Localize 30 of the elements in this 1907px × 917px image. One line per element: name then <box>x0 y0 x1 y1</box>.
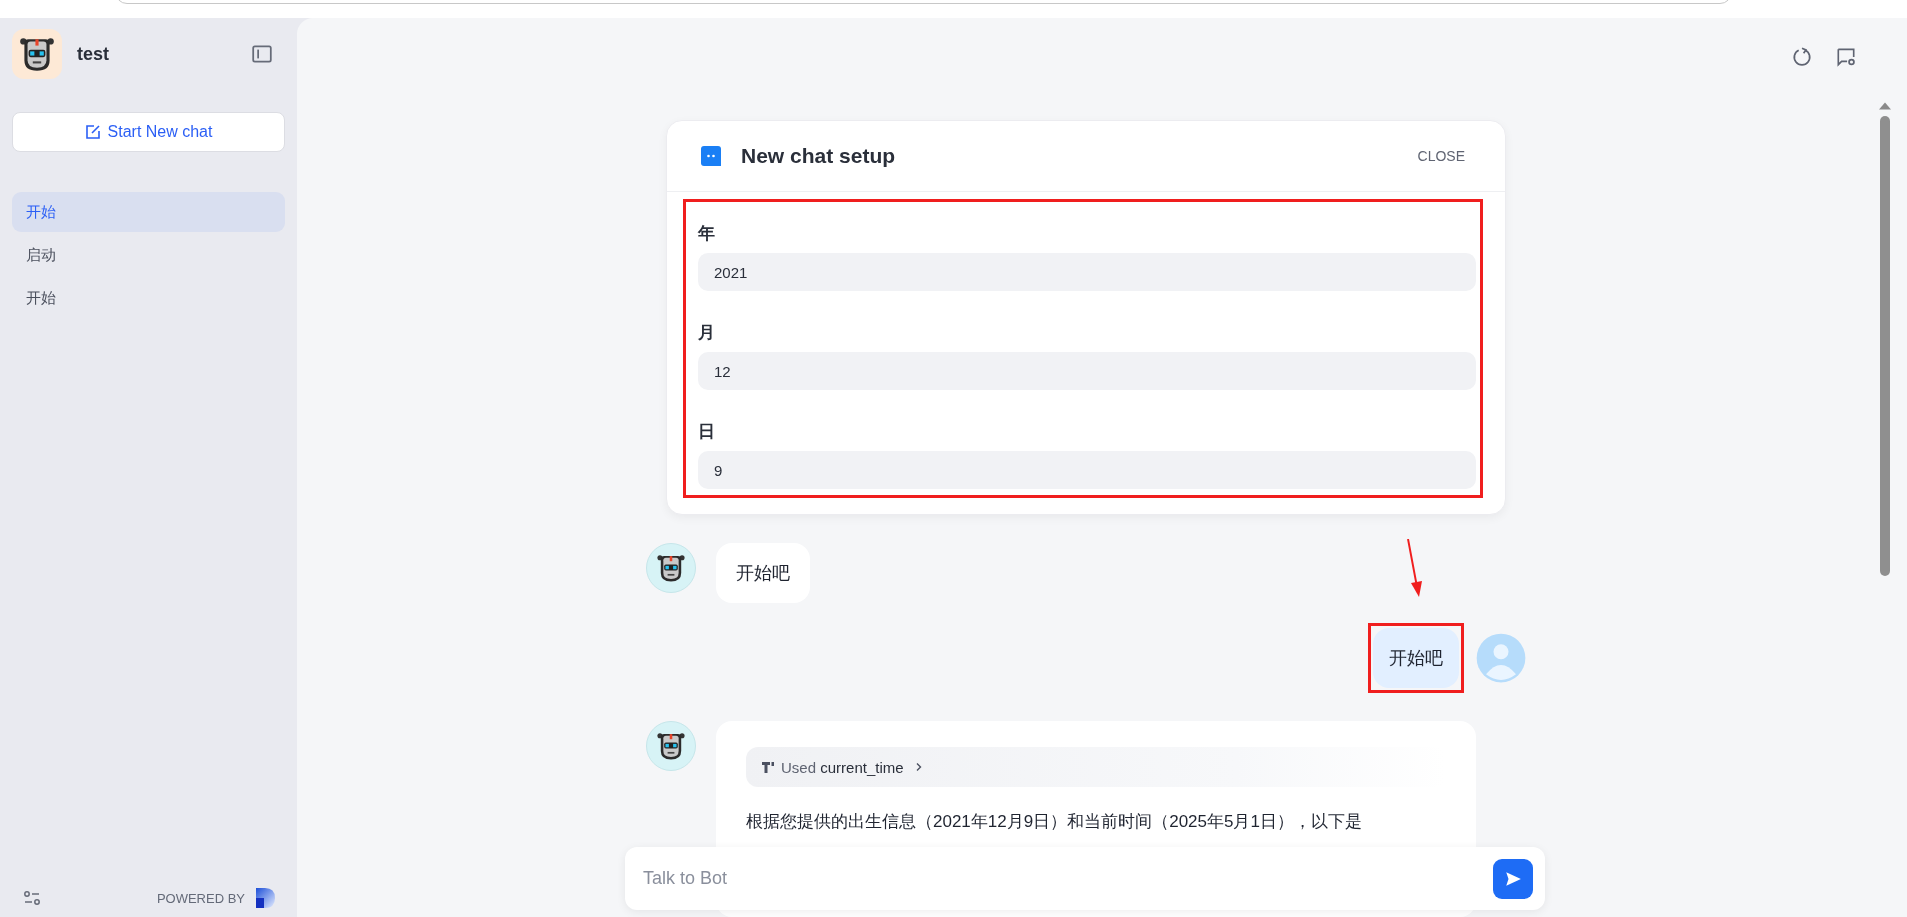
user-avatar <box>1476 633 1526 683</box>
conversation-item[interactable]: 开始 <box>12 278 285 318</box>
chat-bubble-icon <box>699 144 723 168</box>
field-label: 日 <box>698 421 716 443</box>
scroll-up-icon[interactable] <box>1879 102 1891 110</box>
conversation-item[interactable]: 开始 <box>12 192 285 232</box>
message-input[interactable]: Talk to Bot <box>625 847 1493 910</box>
message-text: 根据您提供的出生信息（2021年12月9日）和当前时间（2025年5月1日），以下是 <box>746 811 1363 833</box>
edit-icon <box>84 124 101 140</box>
input-field[interactable]: 12 <box>698 352 1476 390</box>
logo-icon <box>253 886 277 910</box>
message-bubble: 开始吧 <box>716 543 810 603</box>
conversation-item[interactable]: 启动 <box>12 235 285 275</box>
message-bubble: 开始吧 <box>1373 628 1459 688</box>
send-icon <box>1504 869 1522 888</box>
bot-name: test <box>77 43 110 65</box>
input-field[interactable]: 9 <box>698 451 1476 489</box>
close-button[interactable]: CLOSE <box>1417 148 1465 164</box>
new-chat-button[interactable]: Start New chat <box>12 112 285 152</box>
input-field[interactable]: 2021 <box>698 253 1476 291</box>
field-label: 年 <box>698 223 716 245</box>
send-button[interactable] <box>1493 858 1533 899</box>
refresh-icon[interactable] <box>1791 46 1813 68</box>
powered-by-label: POWERED BY <box>156 890 245 906</box>
sidebar-toggle-icon[interactable] <box>251 43 273 65</box>
field-label: 月 <box>698 322 716 344</box>
settings-icon[interactable] <box>22 888 42 908</box>
setup-title: New chat setup <box>741 144 897 168</box>
tool-icon <box>760 759 776 775</box>
chat-settings-icon[interactable] <box>1835 46 1857 68</box>
